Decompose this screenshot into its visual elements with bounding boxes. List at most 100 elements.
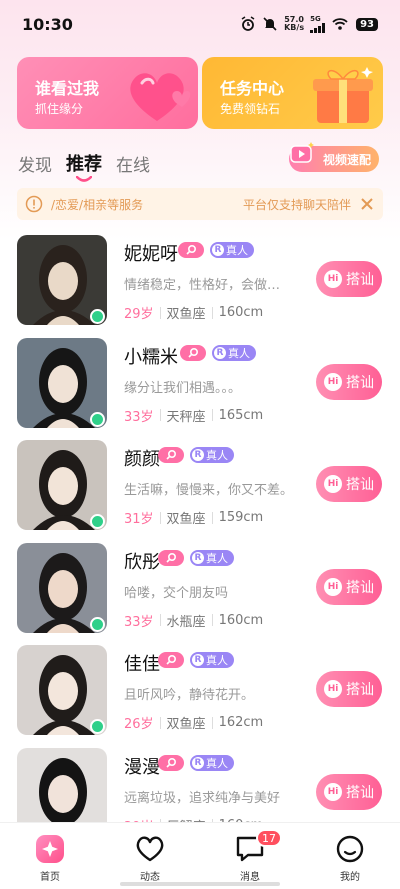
gift-box-icon [313, 67, 373, 123]
tab-online[interactable]: 在线 [116, 151, 150, 176]
user-zodiac: 双鱼座 [166, 717, 206, 732]
user-zodiac: 天秤座 [166, 409, 206, 425]
banner-title: 谁看过我 [35, 79, 100, 98]
task-center-banner[interactable]: 任务中心 免费领钻石 [202, 57, 383, 129]
divider [211, 716, 213, 729]
real-person-label: 真人 [206, 449, 228, 462]
user-card[interactable]: 颜颜 R 真人 生活嘛，慢慢来，你又不差。 31岁 双鱼座 159cm Hi 搭… [0, 437, 400, 540]
user-meta: 33岁 水瓶座 160cm [124, 611, 263, 630]
online-indicator [90, 616, 105, 632]
real-r-icon: R [192, 449, 204, 461]
divider [211, 306, 213, 319]
user-bio: 情绪稳定，性格好，会做… [124, 278, 281, 293]
user-bio: 且听风吟，静待花开。 [124, 688, 255, 703]
hi-icon: Hi [324, 372, 342, 391]
divider [159, 511, 161, 524]
user-card[interactable]: 妮妮呀 R 真人 情绪稳定，性格好，会做… 29岁 双鱼座 160cm Hi 搭… [0, 232, 400, 335]
user-card[interactable]: 欣彤 R 真人 哈喽，交个朋友吗 33岁 水瓶座 160cm Hi 搭讪 [0, 540, 400, 643]
greet-button[interactable]: Hi 搭讪 [316, 671, 382, 707]
real-person-badge: R 真人 [212, 344, 256, 361]
search-tag-icon [178, 242, 204, 258]
online-indicator [90, 411, 105, 427]
greet-button-label: 搭讪 [346, 272, 374, 288]
wifi-icon [332, 18, 348, 30]
user-meta: 26岁 双鱼座 162cm [124, 713, 263, 732]
nav-home[interactable]: 首页 [0, 823, 100, 889]
user-bio: 生活嘛，慢慢来，你又不差。 [124, 483, 294, 498]
tab-recommend[interactable]: 推荐 [66, 150, 102, 182]
divider [159, 716, 161, 729]
nav-profile[interactable]: 我的 [300, 823, 400, 889]
greet-button-label: 搭讪 [346, 579, 374, 596]
battery-indicator: 93 [356, 17, 378, 31]
user-name: 佳佳 [124, 654, 160, 675]
real-r-icon: R [192, 551, 204, 564]
hi-icon: Hi [324, 680, 342, 698]
user-name: 漫漫 [124, 756, 160, 778]
notice-text-right: 平台仅支持聊天陪伴 [242, 197, 351, 212]
divider [211, 409, 213, 421]
search-tag-icon [158, 447, 184, 463]
greet-button[interactable]: Hi 搭讪 [316, 363, 382, 400]
hi-icon: Hi [324, 782, 342, 801]
greet-button[interactable]: Hi 搭讪 [316, 568, 382, 605]
user-tags: R 真人 [158, 549, 234, 566]
user-bio: 哈喽，交个朋友吗 [124, 585, 229, 601]
greet-button-label: 搭讪 [346, 682, 374, 698]
greet-button[interactable]: Hi 搭讪 [316, 261, 382, 297]
tab-discover[interactable]: 发现 [18, 151, 52, 176]
user-age: 29岁 [124, 307, 154, 322]
net-speed-unit: KB/s [284, 23, 305, 32]
who-viewed-me-banner[interactable]: 谁看过我 抓住缘分 [17, 57, 198, 129]
real-r-icon: R [192, 756, 204, 769]
profile-icon [336, 835, 364, 863]
notice-text-left: /恋爱/相亲等服务 [51, 197, 144, 212]
greet-button[interactable]: Hi 搭讪 [316, 773, 382, 810]
real-person-badge: R 真人 [190, 549, 234, 566]
unread-badge: 17 [256, 829, 282, 847]
user-age: 33岁 [124, 409, 154, 425]
banner-subtitle: 免费领钻石 [220, 102, 281, 116]
online-indicator [90, 719, 105, 734]
user-name: 妮妮呀 [124, 244, 178, 265]
real-r-icon: R [192, 654, 204, 666]
net-speed: 57.0 KB/s [284, 16, 304, 32]
real-person-label: 真人 [226, 244, 248, 257]
user-height: 160cm [218, 612, 264, 628]
divider [159, 614, 161, 626]
hi-icon: Hi [324, 577, 342, 596]
user-name: 颜颜 [124, 449, 160, 470]
cell-signal: 5G [310, 14, 326, 33]
real-person-label: 真人 [206, 654, 228, 667]
real-person-badge: R 真人 [190, 652, 234, 668]
user-height: 160cm [218, 305, 264, 320]
bottom-nav: 首页 动态 17 消息 我的 [0, 822, 400, 889]
user-meta: 29岁 双鱼座 160cm [124, 303, 263, 322]
nav-label: 动态 [140, 872, 160, 883]
user-card[interactable]: 小糯米 R 真人 缘分让我们相遇。。。 33岁 天秤座 165cm Hi 搭讪 [0, 335, 400, 438]
banner-subtitle: 抓住缘分 [35, 102, 84, 116]
user-bio: 远离垃圾，追求纯净与美好 [124, 790, 281, 806]
user-card[interactable]: 佳佳 R 真人 且听风吟，静待花开。 26岁 双鱼座 162cm Hi 搭讪 [0, 642, 400, 745]
user-name: 欣彤 [124, 551, 160, 573]
greet-button[interactable]: Hi 搭讪 [316, 466, 382, 502]
hi-icon: Hi [324, 475, 342, 493]
real-person-badge: R 真人 [210, 242, 254, 258]
search-tag-icon [158, 549, 184, 566]
active-tab-indicator [76, 176, 92, 182]
signal-label: 5G [310, 14, 321, 23]
online-indicator [90, 514, 105, 529]
banner-title: 任务中心 [220, 79, 285, 98]
close-icon[interactable] [359, 196, 375, 212]
real-person-label: 真人 [228, 346, 250, 360]
user-zodiac: 水瓶座 [166, 614, 206, 630]
video-match-label: 视频速配 [322, 152, 371, 167]
search-tag-icon [180, 344, 206, 361]
user-height: 159cm [218, 510, 264, 525]
video-match-button[interactable]: 视频速配 [289, 142, 379, 172]
nav-moments[interactable]: 动态 [100, 823, 200, 889]
divider [211, 614, 213, 626]
real-r-icon: R [214, 346, 226, 359]
real-person-label: 真人 [206, 756, 228, 770]
nav-messages[interactable]: 17 消息 [200, 823, 300, 889]
